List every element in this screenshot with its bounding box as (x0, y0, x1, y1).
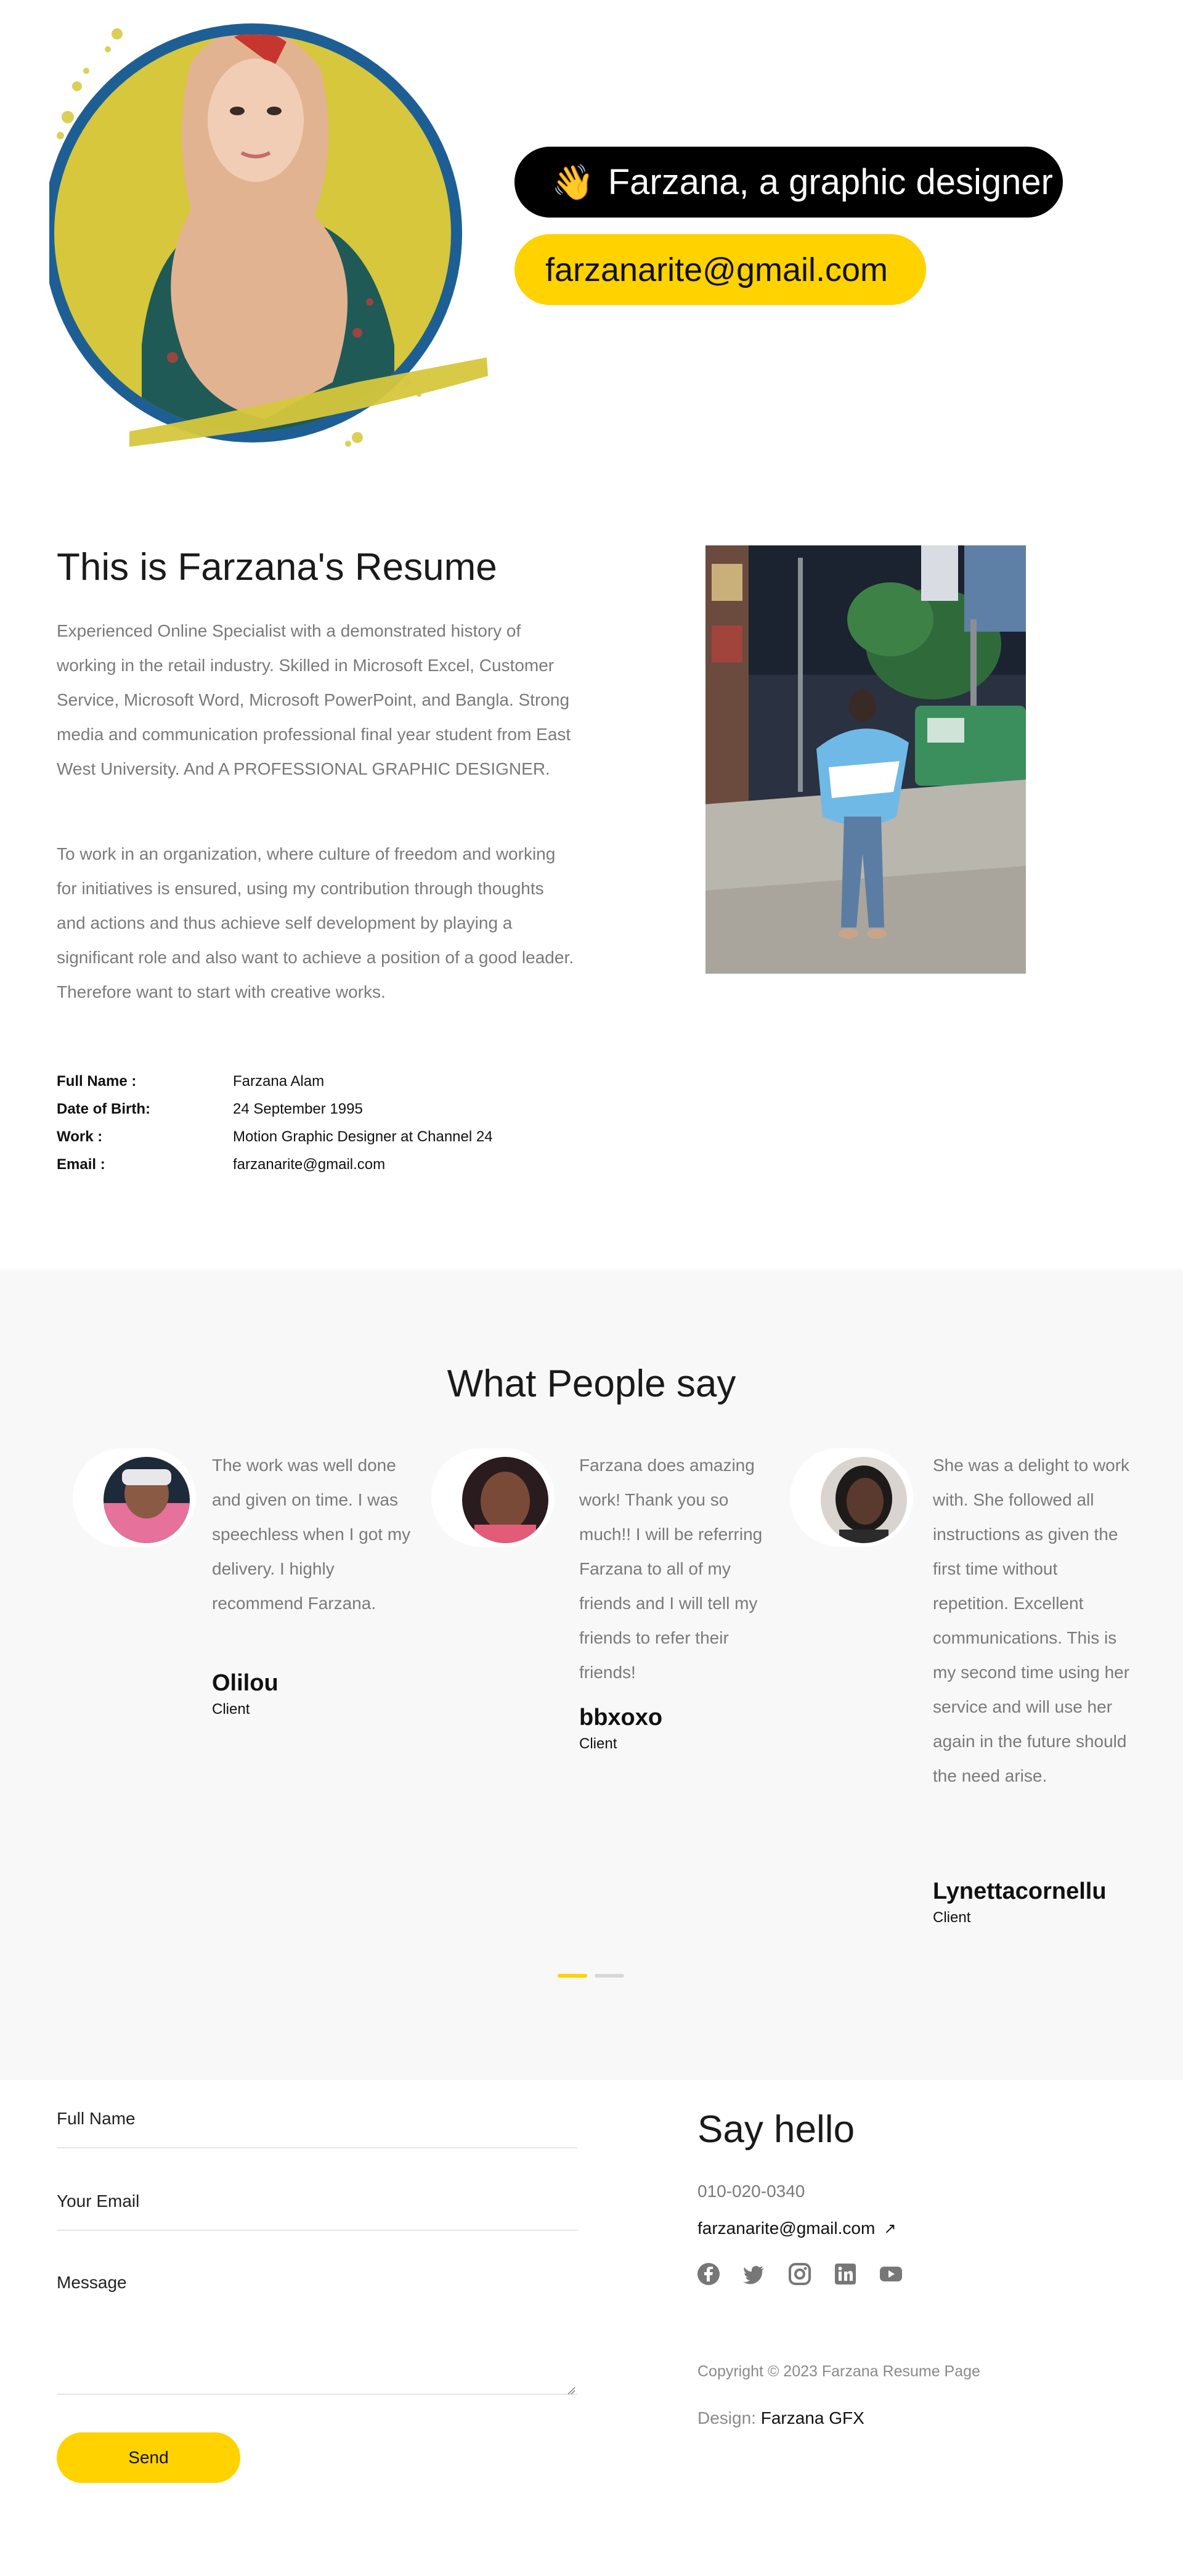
name-pill-text: Farzana, a graphic designer (608, 162, 1053, 202)
client-avatar-lynettacornellu (821, 1457, 907, 1543)
info-row-full-name: Full Name : Farzana Alam (57, 1067, 611, 1095)
full-name-input[interactable] (57, 2147, 577, 2148)
textarea-resize-icon[interactable] (567, 2386, 575, 2395)
carousel-dot-1[interactable] (558, 1974, 587, 1978)
info-row-work: Work : Motion Graphic Designer at Channe… (57, 1123, 611, 1151)
about-paragraph-1: Experienced Online Specialist with a dem… (57, 621, 571, 778)
avatar (431, 1448, 555, 1547)
resume-title: This is Farzana's Resume (57, 546, 497, 589)
testimonial-name: Lynettacornellu (933, 1878, 1107, 1904)
design-prefix: Design: (697, 2408, 761, 2427)
facebook-icon[interactable] (696, 2262, 721, 2286)
contact-email-text[interactable]: farzanarite@gmail.com (697, 2219, 875, 2238)
profile-portrait (49, 12, 493, 456)
info-value: 24 September 1995 (233, 1100, 363, 1117)
say-hello-heading: Say hello (697, 2108, 855, 2151)
client-avatar-bbxoxo (462, 1457, 548, 1543)
about-paragraph-2: To work in an organization, where cultur… (57, 844, 574, 1001)
testimonials-section: What People say The work was well done a… (0, 1270, 1183, 2080)
testimonial-quote: Farzana does amazing work! Thank you so … (579, 1456, 763, 1682)
phone-number: 010-020-0340 (697, 2182, 805, 2201)
carousel-pagination (558, 1974, 624, 1978)
instagram-icon[interactable] (787, 2262, 812, 2286)
info-label: Full Name : (57, 1072, 137, 1090)
copyright-text: Copyright © 2023 Farzana Resume Page (697, 2363, 980, 2380)
info-label: Email : (57, 1156, 105, 1173)
info-label: Work : (57, 1128, 103, 1145)
contact-email-link[interactable]: farzanarite@gmail.com ↗ (697, 2219, 896, 2238)
linkedin-icon[interactable] (833, 2262, 858, 2286)
portrait-illustration (49, 23, 488, 447)
hero-section: 👋 Farzana, a graphic designer farzanarit… (0, 0, 1183, 468)
external-link-icon: ↗ (884, 2220, 896, 2237)
send-button[interactable]: Send (57, 2432, 240, 2483)
carousel-dot-2[interactable] (595, 1974, 624, 1978)
street-photo (705, 545, 1026, 974)
testimonial-role: Client (212, 1701, 250, 1718)
info-value: Motion Graphic Designer at Channel 24 (233, 1128, 493, 1145)
testimonials-title: What People say (447, 1363, 736, 1405)
client-avatar-olilou (104, 1457, 190, 1543)
personal-info-list: Full Name : Farzana Alam Date of Birth: … (57, 1067, 611, 1178)
testimonial-role: Client (579, 1735, 617, 1752)
info-value: Farzana Alam (233, 1072, 325, 1090)
info-label: Date of Birth: (57, 1100, 150, 1117)
full-name-label[interactable]: Full Name (57, 2109, 136, 2129)
email-pill[interactable]: farzanarite@gmail.com (514, 234, 926, 305)
name-pill: 👋 Farzana, a graphic designer (514, 147, 1063, 218)
info-value: farzanarite@gmail.com (233, 1156, 386, 1173)
street-photo-illustration (705, 545, 1026, 974)
avatar (73, 1448, 196, 1547)
email-label[interactable]: Your Email (57, 2191, 139, 2211)
testimonial-quote: She was a delight to work with. She foll… (933, 1456, 1130, 1785)
testimonial-role: Client (933, 1909, 971, 1926)
avatar (790, 1448, 913, 1547)
design-credit: Design: Farzana GFX (697, 2408, 864, 2428)
testimonial-quote: The work was well done and given on time… (212, 1456, 411, 1613)
email-pill-text[interactable]: farzanarite@gmail.com (545, 251, 888, 289)
testimonial-name: bbxoxo (579, 1705, 663, 1730)
message-textarea[interactable] (57, 2394, 577, 2395)
youtube-icon[interactable] (879, 2262, 903, 2286)
testimonial-name: Olilou (212, 1670, 278, 1696)
info-row-date-of-birth: Date of Birth: 24 September 1995 (57, 1095, 611, 1123)
design-credit-link[interactable]: Farzana GFX (761, 2408, 864, 2427)
email-input[interactable] (57, 2230, 577, 2231)
waving-hand-icon: 👋 (551, 162, 595, 202)
info-row-email: Email : farzanarite@gmail.com (57, 1151, 611, 1178)
social-links (696, 2262, 903, 2286)
twitter-icon[interactable] (742, 2262, 766, 2286)
message-label[interactable]: Message (57, 2273, 127, 2293)
